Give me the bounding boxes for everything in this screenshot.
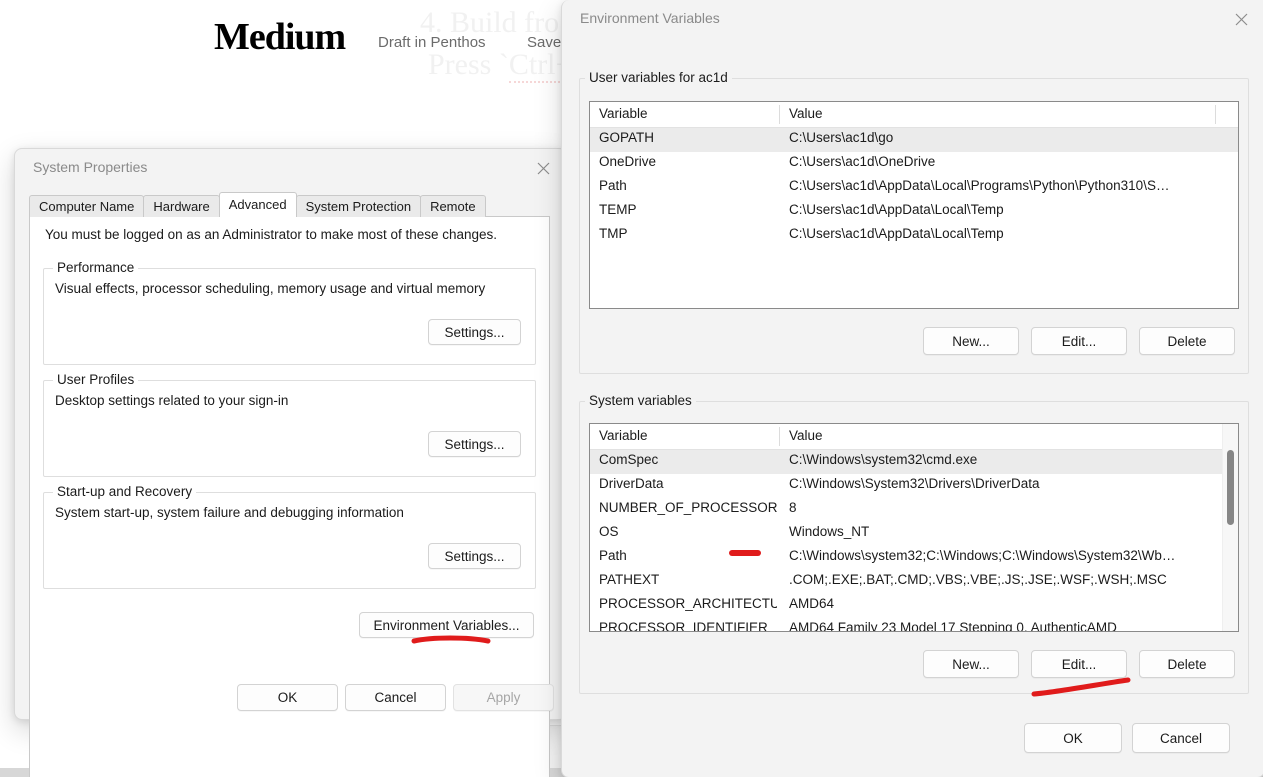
- system-variable-value: Windows_NT: [789, 524, 870, 539]
- table-row[interactable]: Path C:\Windows\system32;C:\Windows;C:\W…: [590, 546, 1238, 570]
- user-variable-name: TMP: [599, 226, 628, 241]
- system-variable-value: C:\Windows\system32;C:\Windows;C:\Window…: [789, 548, 1176, 563]
- system-variable-name: OS: [599, 524, 619, 539]
- column-divider[interactable]: [1215, 105, 1216, 124]
- annotation-underline-edit-button: [1031, 677, 1131, 697]
- performance-settings-button[interactable]: Settings...: [428, 319, 521, 345]
- system-properties-ok-button[interactable]: OK: [237, 684, 338, 711]
- user-variables-new-button[interactable]: New...: [923, 327, 1019, 355]
- column-divider[interactable]: [779, 105, 780, 124]
- user-profiles-description: Desktop settings related to your sign-in: [55, 393, 289, 408]
- system-variable-value: 8: [789, 500, 797, 515]
- table-row[interactable]: PROCESSOR_ARCHITECTU… AMD64: [590, 594, 1238, 618]
- user-variable-value: C:\Users\ac1d\AppData\Local\Temp: [789, 226, 1004, 241]
- user-variable-value: C:\Users\ac1d\OneDrive: [789, 154, 936, 169]
- environment-variables-cancel-button[interactable]: Cancel: [1132, 723, 1230, 753]
- system-properties-tabs: Computer Name Hardware Advanced System P…: [29, 192, 549, 217]
- scrollbar-thumb[interactable]: [1227, 450, 1234, 525]
- system-variable-name: DriverData: [599, 476, 664, 491]
- system-variables-column-variable[interactable]: Variable: [599, 428, 648, 443]
- user-variables-label: User variables for ac1d: [585, 70, 732, 85]
- user-variables-listview[interactable]: Variable Value GOPATH C:\Users\ac1d\go O…: [589, 101, 1239, 309]
- tab-advanced[interactable]: Advanced: [218, 192, 297, 217]
- close-icon[interactable]: [1218, 0, 1263, 38]
- system-variable-name: PROCESSOR_IDENTIFIER: [599, 620, 768, 632]
- system-variable-name: NUMBER_OF_PROCESSORS: [599, 500, 777, 515]
- system-variables-listview[interactable]: Variable Value ComSpec C:\Windows\system…: [589, 423, 1239, 632]
- user-variable-value: C:\Users\ac1d\AppData\Local\Programs\Pyt…: [789, 178, 1170, 193]
- user-variable-value: C:\Users\ac1d\go: [789, 130, 894, 145]
- system-variable-value: C:\Windows\system32\cmd.exe: [789, 452, 978, 467]
- startup-recovery-settings-button[interactable]: Settings...: [428, 543, 521, 569]
- startup-recovery-group-label: Start-up and Recovery: [53, 484, 197, 499]
- close-icon[interactable]: [520, 149, 566, 187]
- system-properties-cancel-button[interactable]: Cancel: [345, 684, 446, 711]
- faint-subtext: Press `Ctrl+: [428, 48, 573, 83]
- performance-description: Visual effects, processor scheduling, me…: [55, 281, 486, 296]
- system-properties-title: System Properties: [33, 159, 148, 175]
- system-variable-value: C:\Windows\System32\Drivers\DriverData: [789, 476, 1040, 491]
- medium-logo: Medium: [214, 16, 346, 58]
- user-profiles-group: User Profiles Desktop settings related t…: [43, 372, 536, 477]
- user-variables-edit-button[interactable]: Edit...: [1031, 327, 1127, 355]
- table-row[interactable]: PATHEXT .COM;.EXE;.BAT;.CMD;.VBS;.VBE;.J…: [590, 570, 1238, 594]
- faint-subtext-prefix: Press `: [428, 48, 509, 81]
- table-row[interactable]: Path C:\Users\ac1d\AppData\Local\Program…: [590, 176, 1238, 200]
- system-properties-apply-button: Apply: [453, 684, 554, 711]
- user-variable-name: TEMP: [599, 202, 637, 217]
- administrator-note: You must be logged on as an Administrato…: [45, 227, 498, 242]
- startup-recovery-group: Start-up and Recovery System start-up, s…: [43, 484, 536, 589]
- performance-group: Performance Visual effects, processor sc…: [43, 260, 536, 365]
- system-variables-delete-button[interactable]: Delete: [1139, 650, 1235, 678]
- system-variable-value: AMD64: [789, 596, 835, 611]
- environment-variables-titlebar: Environment Variables: [562, 0, 1263, 38]
- tab-remote[interactable]: Remote: [420, 195, 486, 217]
- environment-variables-dialog: Environment Variables User variables for…: [561, 0, 1263, 777]
- user-profiles-settings-button[interactable]: Settings...: [428, 431, 521, 457]
- user-variables-column-value[interactable]: Value: [789, 106, 823, 121]
- user-variables-column-variable[interactable]: Variable: [599, 106, 648, 121]
- table-row[interactable]: OS Windows_NT: [590, 522, 1238, 546]
- system-properties-dialog: System Properties Computer Name Hardware…: [14, 148, 567, 777]
- user-variables-header: Variable Value: [590, 102, 1238, 128]
- annotation-underline-environment-variables: [411, 635, 491, 644]
- environment-variables-title: Environment Variables: [580, 10, 720, 26]
- annotation-dash-near-path-row: [729, 550, 761, 556]
- user-variable-value: C:\Users\ac1d\AppData\Local\Temp: [789, 202, 1004, 217]
- user-variables-delete-button[interactable]: Delete: [1139, 327, 1235, 355]
- tab-system-protection[interactable]: System Protection: [295, 195, 422, 217]
- user-profiles-group-label: User Profiles: [53, 372, 139, 387]
- table-row[interactable]: OneDrive C:\Users\ac1d\OneDrive: [590, 152, 1238, 176]
- system-variables-label: System variables: [585, 393, 696, 408]
- system-variable-value: AMD64 Family 23 Model 17 Stepping 0, Aut…: [789, 620, 1117, 632]
- system-variable-name: PATHEXT: [599, 572, 660, 587]
- table-row[interactable]: TMP C:\Users\ac1d\AppData\Local\Temp: [590, 224, 1238, 248]
- table-row[interactable]: PROCESSOR_IDENTIFIER AMD64 Family 23 Mod…: [590, 618, 1238, 632]
- screen: 4. Build fro Medium Draft in Penthos Sav…: [0, 0, 1263, 777]
- user-variable-name: OneDrive: [599, 154, 657, 169]
- system-variables-scrollbar[interactable]: [1222, 424, 1238, 631]
- performance-group-label: Performance: [53, 260, 139, 275]
- tab-hardware[interactable]: Hardware: [143, 195, 220, 217]
- system-variables-new-button[interactable]: New...: [923, 650, 1019, 678]
- table-row[interactable]: DriverData C:\Windows\System32\Drivers\D…: [590, 474, 1238, 498]
- system-variables-column-value[interactable]: Value: [789, 428, 823, 443]
- startup-recovery-description: System start-up, system failure and debu…: [55, 505, 404, 520]
- system-properties-titlebar: System Properties: [15, 149, 566, 187]
- table-row[interactable]: GOPATH C:\Users\ac1d\go: [590, 128, 1238, 152]
- table-row[interactable]: NUMBER_OF_PROCESSORS 8: [590, 498, 1238, 522]
- environment-variables-ok-button[interactable]: OK: [1024, 723, 1122, 753]
- system-variable-name: PROCESSOR_ARCHITECTU…: [599, 596, 777, 611]
- table-row[interactable]: ComSpec C:\Windows\system32\cmd.exe: [590, 450, 1238, 474]
- column-divider[interactable]: [779, 427, 780, 446]
- system-variables-edit-button[interactable]: Edit...: [1031, 650, 1127, 678]
- table-row[interactable]: TEMP C:\Users\ac1d\AppData\Local\Temp: [590, 200, 1238, 224]
- system-variable-name: ComSpec: [599, 452, 659, 467]
- user-variable-name: GOPATH: [599, 130, 655, 145]
- system-variable-value: .COM;.EXE;.BAT;.CMD;.VBS;.VBE;.JS;.JSE;.…: [789, 572, 1167, 587]
- system-variables-header: Variable Value: [590, 424, 1238, 450]
- user-variable-name: Path: [599, 178, 627, 193]
- tab-computer-name[interactable]: Computer Name: [29, 195, 145, 217]
